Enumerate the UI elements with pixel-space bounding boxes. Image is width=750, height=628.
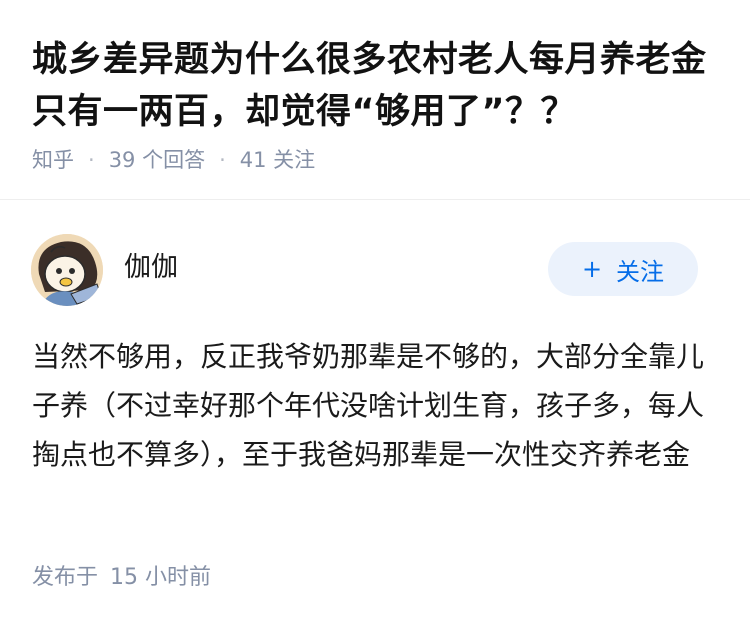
follow-button[interactable]: + 关注 bbox=[548, 242, 698, 296]
answers-count[interactable]: 39 个回答 bbox=[109, 148, 205, 172]
question-header: 城乡差异题为什么很多农村老人每月养老金只有一两百，却觉得“够用了”？？ 知乎 · 3… bbox=[0, 0, 750, 200]
question-meta: 知乎 · 39 个回答 · 41 关注 bbox=[32, 144, 315, 176]
separator-dot: · bbox=[219, 148, 226, 172]
avatar-illustration-icon bbox=[31, 234, 103, 306]
posted-label: 发布于 bbox=[32, 565, 99, 590]
avatar[interactable] bbox=[31, 234, 103, 306]
answer-content[interactable]: 当然不够用，反正我爷奶那辈是不够的，大部分全靠儿子养（不过幸好那个年代没啥计划生… bbox=[32, 332, 712, 479]
follow-button-label: 关注 bbox=[616, 257, 665, 286]
followers-count[interactable]: 41 关注 bbox=[240, 148, 315, 172]
posted-time-value: 15 小时前 bbox=[110, 565, 212, 590]
source-label[interactable]: 知乎 bbox=[32, 148, 74, 172]
section-divider bbox=[0, 199, 750, 200]
separator-dot: · bbox=[88, 148, 95, 172]
posted-time: 发布于 15 小时前 bbox=[32, 562, 211, 594]
plus-icon: + bbox=[581, 255, 603, 283]
author-name[interactable]: 伽伽 bbox=[124, 250, 178, 286]
question-title[interactable]: 城乡差异题为什么很多农村老人每月养老金只有一两百，却觉得“够用了”？？ bbox=[32, 34, 722, 138]
author-row: 伽伽 + 关注 bbox=[0, 234, 750, 308]
